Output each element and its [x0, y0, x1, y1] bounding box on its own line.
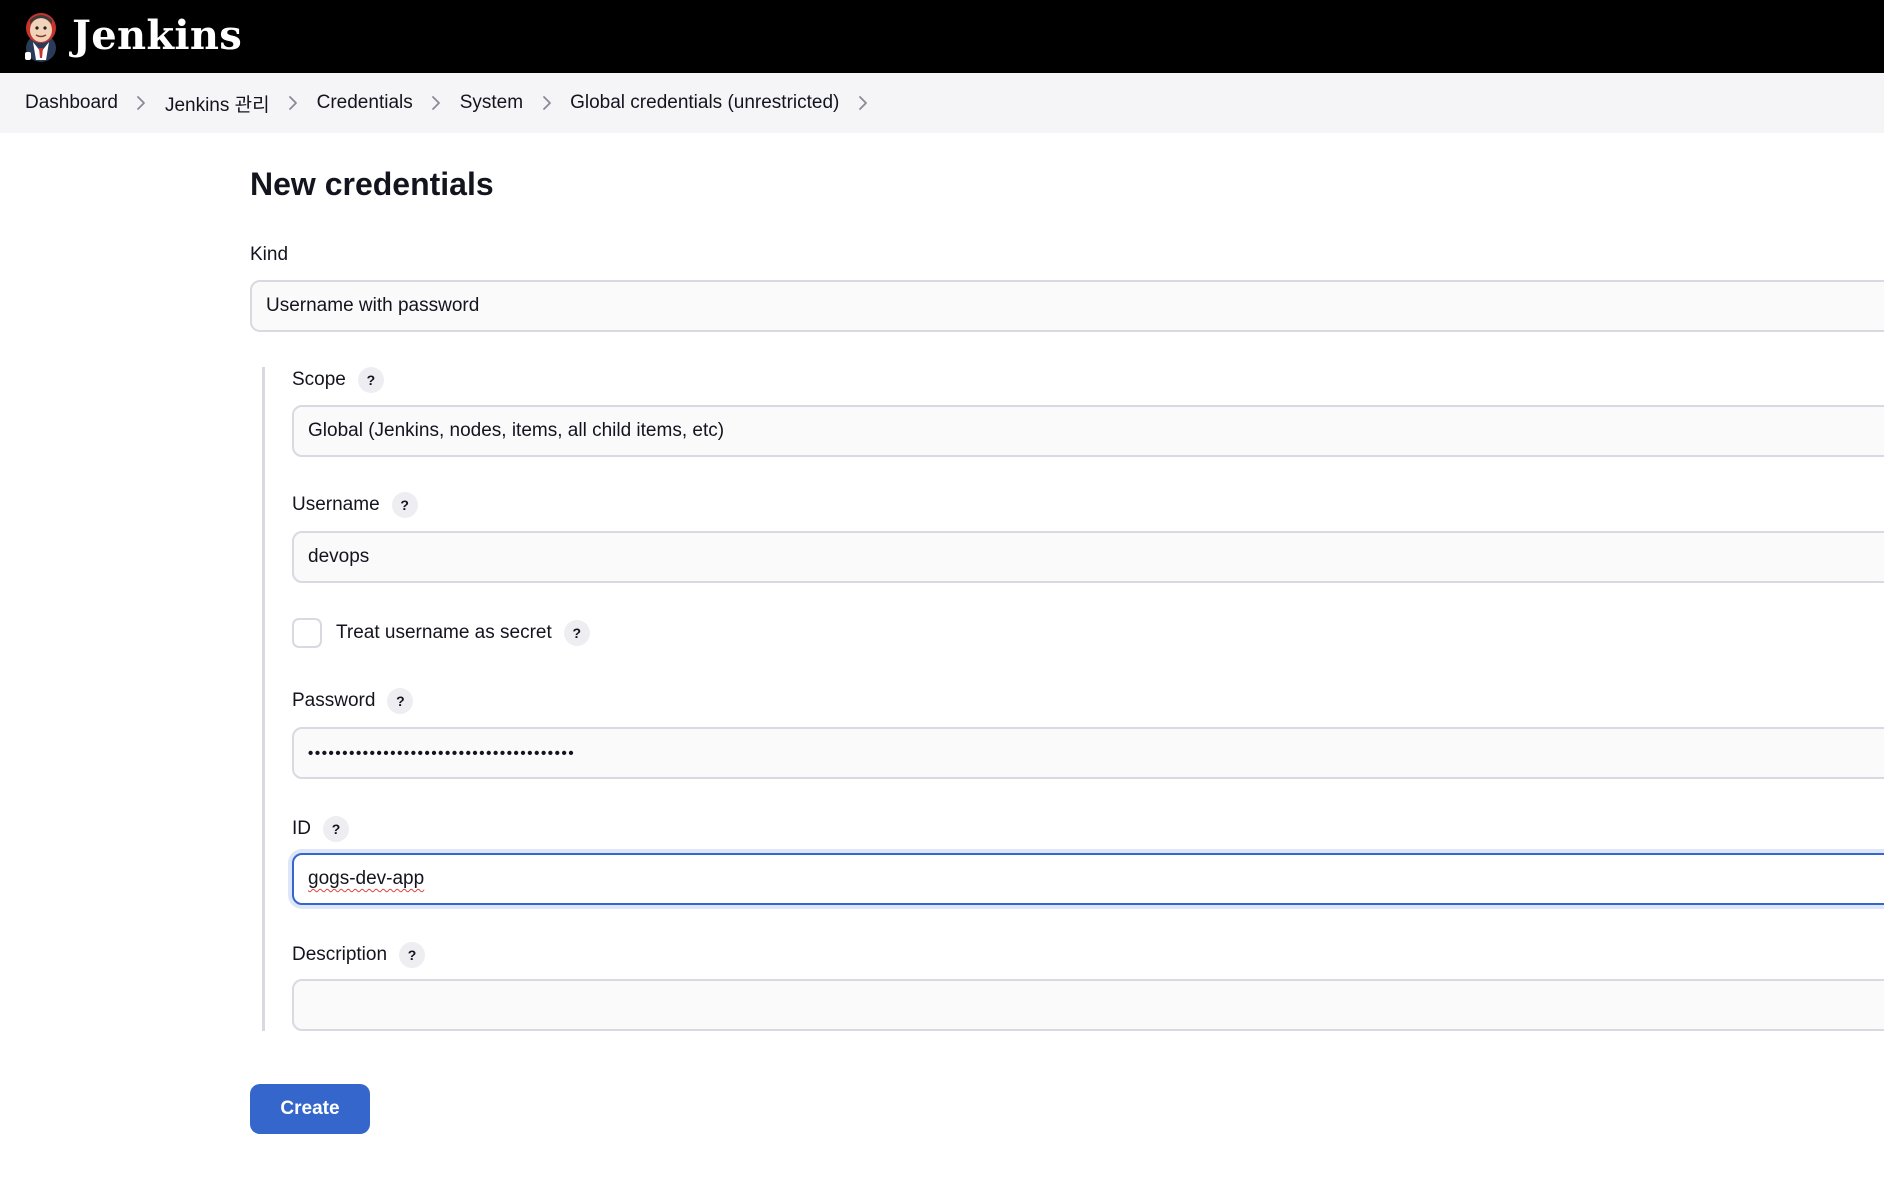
jenkins-butler-icon	[25, 13, 56, 62]
username-label: Username ?	[292, 492, 418, 518]
chevron-right-icon	[118, 95, 165, 111]
scope-select[interactable]: Global (Jenkins, nodes, items, all child…	[292, 405, 1884, 457]
top-header: Jenkins	[0, 0, 1884, 73]
chevron-right-icon	[270, 95, 317, 111]
scope-label: Scope ?	[292, 367, 384, 393]
kind-select[interactable]: Username with password	[250, 280, 1884, 332]
scope-label-text: Scope	[292, 369, 346, 390]
username-value: devops	[308, 546, 370, 567]
description-label-text: Description	[292, 944, 388, 965]
treat-username-secret-text: Treat username as secret	[336, 622, 552, 643]
id-label: ID ?	[292, 816, 349, 842]
id-value: gogs-dev-app	[308, 868, 425, 889]
breadcrumb-manage-jenkins[interactable]: Jenkins 관리	[165, 90, 270, 117]
description-label: Description ?	[292, 942, 426, 968]
id-help-icon[interactable]: ?	[323, 816, 349, 842]
kind-label: Kind	[250, 242, 288, 268]
scope-value: Global (Jenkins, nodes, items, all child…	[308, 420, 725, 441]
password-input[interactable]: •••••••••••••••••••••••••••••••••••••••	[292, 727, 1884, 779]
breadcrumb-system[interactable]: System	[460, 92, 523, 114]
kind-value: Username with password	[266, 295, 480, 316]
password-label-text: Password	[292, 690, 376, 711]
password-label: Password ?	[292, 688, 414, 714]
create-button[interactable]: Create	[250, 1084, 370, 1134]
scope-help-icon[interactable]: ?	[357, 367, 384, 393]
treat-username-secret-checkbox[interactable]	[292, 618, 322, 648]
nested-section-bar	[262, 367, 265, 1031]
chevron-right-icon[interactable]	[839, 95, 886, 111]
id-label-text: ID	[292, 818, 311, 839]
id-input[interactable]: gogs-dev-app	[292, 853, 1884, 905]
chevron-right-icon	[413, 95, 460, 111]
treat-secret-help-icon[interactable]: ?	[563, 620, 590, 646]
username-input[interactable]: devops	[292, 531, 1884, 583]
password-help-icon[interactable]: ?	[387, 688, 414, 714]
breadcrumb-dashboard[interactable]: Dashboard	[25, 92, 118, 114]
treat-username-secret-label: Treat username as secret ?	[336, 620, 590, 646]
username-label-text: Username	[292, 494, 380, 515]
chevron-right-icon	[523, 95, 570, 111]
username-help-icon[interactable]: ?	[391, 492, 418, 518]
description-textarea[interactable]	[292, 979, 1884, 1031]
breadcrumb: Dashboard Jenkins 관리 Credentials System …	[0, 73, 1884, 133]
description-help-icon[interactable]: ?	[399, 942, 426, 968]
jenkins-home-link[interactable]: Jenkins	[22, 8, 242, 64]
breadcrumb-credentials[interactable]: Credentials	[317, 92, 413, 114]
brand-name: Jenkins	[72, 12, 243, 59]
breadcrumb-global-credentials[interactable]: Global credentials (unrestricted)	[570, 92, 839, 114]
page-title: New credentials	[250, 166, 494, 202]
kind-label-text: Kind	[250, 244, 289, 265]
password-masked-value: •••••••••••••••••••••••••••••••••••••••	[308, 744, 576, 762]
